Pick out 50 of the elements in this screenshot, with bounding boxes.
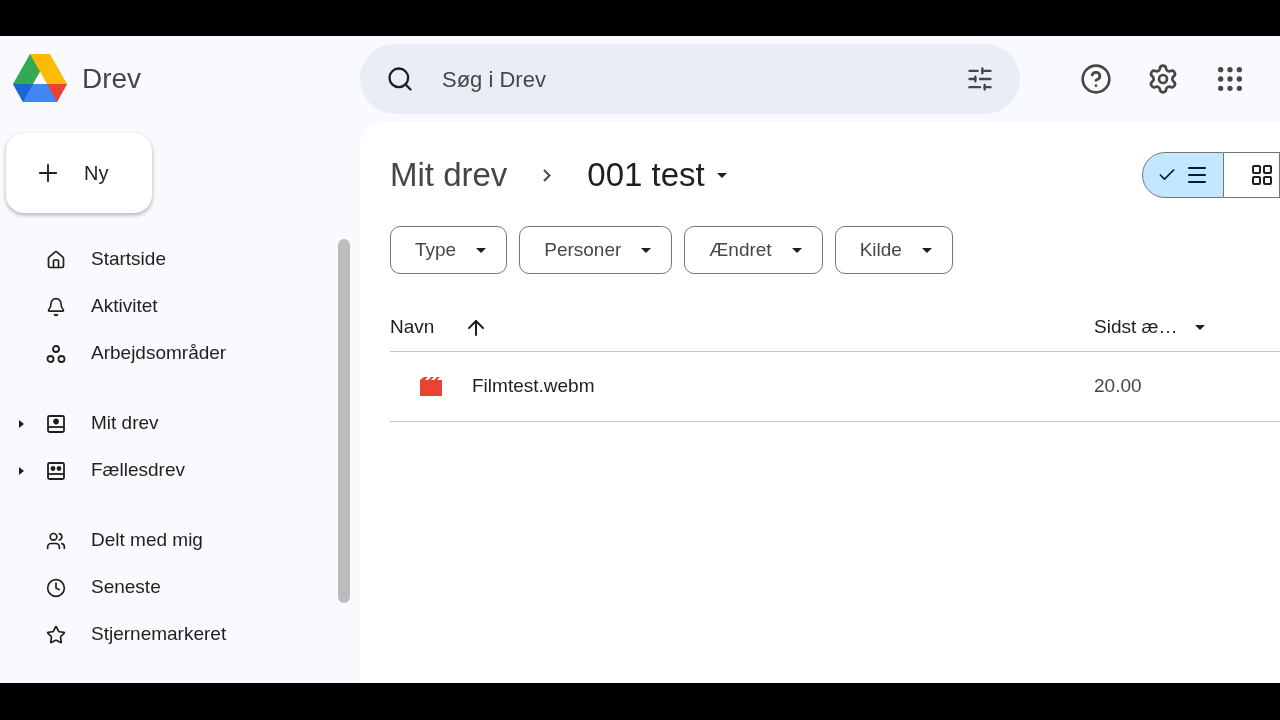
list-view-button[interactable] — [1142, 152, 1224, 198]
grid-view-button[interactable] — [1224, 152, 1280, 198]
folder-menu-button[interactable]: 001 test — [587, 150, 727, 200]
home-icon — [46, 249, 66, 270]
filter-options-icon[interactable] — [966, 65, 994, 93]
caret-icon — [716, 172, 727, 178]
shared-drive-icon — [46, 460, 66, 481]
search-input[interactable]: Søg i Drev — [442, 62, 938, 96]
dropdown-caret-icon — [791, 247, 802, 253]
filter-chip[interactable]: Type — [390, 226, 508, 274]
filter-chip[interactable]: Ændret — [684, 226, 823, 274]
modified-column-header[interactable]: Sidst æ… — [1094, 313, 1206, 342]
clock-icon — [46, 577, 66, 598]
collapsed-caret-icon[interactable] — [18, 466, 24, 475]
file-row[interactable]: Filmtest.webm 20.00 — [390, 352, 1280, 422]
dropdown-caret-icon — [641, 247, 652, 253]
nav-item[interactable]: Seneste — [30, 571, 320, 604]
filter-chip[interactable]: Kilde — [834, 226, 953, 274]
modified-time: 20.00 — [1094, 374, 1142, 399]
settings-icon[interactable] — [1147, 63, 1179, 95]
collapsed-caret-icon[interactable] — [18, 419, 24, 428]
help-icon[interactable] — [1080, 63, 1112, 95]
file-name: Filmtest.webm — [472, 374, 595, 399]
nav-item[interactable]: Startside — [30, 243, 320, 276]
nav-item[interactable]: Fællesdrev — [30, 454, 320, 487]
chevron-right-icon — [543, 168, 552, 182]
new-button[interactable]: Ny — [6, 133, 152, 213]
drive-icon — [46, 413, 66, 434]
filter-chip[interactable]: Personer — [519, 226, 673, 274]
film-icon — [419, 376, 443, 397]
nav-item[interactable]: Stjernemarkeret — [30, 618, 320, 651]
dropdown-caret-icon — [921, 247, 932, 253]
nav-item[interactable]: Arbejdsområder — [30, 337, 320, 370]
sort-caret-icon — [1195, 325, 1206, 330]
grid-icon — [1250, 163, 1274, 187]
breadcrumb-link[interactable]: Mit drev — [390, 150, 508, 200]
search-field[interactable]: Søg i Drev — [360, 44, 1020, 114]
nav-item[interactable]: Delt med mig — [30, 524, 320, 557]
scrollbar[interactable] — [338, 239, 350, 603]
drive-logo[interactable] — [12, 54, 68, 104]
people-icon — [46, 530, 66, 551]
nav-item[interactable]: Mit drev — [30, 407, 320, 440]
name-column-header[interactable]: Navn — [390, 313, 1094, 342]
search-icon — [386, 65, 414, 93]
app-name: Drev — [82, 62, 142, 96]
dropdown-caret-icon — [476, 247, 487, 253]
nodes-icon — [46, 343, 66, 364]
star-icon — [46, 624, 66, 645]
bell-icon — [46, 296, 66, 317]
nav-item[interactable]: Aktivitet — [30, 290, 320, 323]
